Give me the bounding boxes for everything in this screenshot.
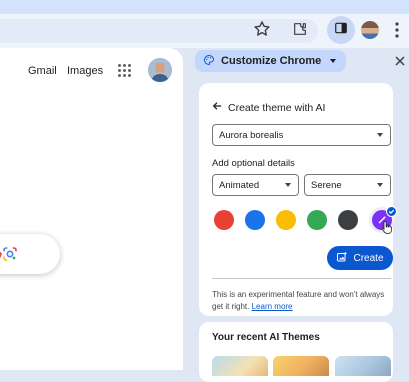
create-theme-header[interactable]: Create theme with AI xyxy=(212,101,325,114)
customize-chrome-label: Customize Chrome xyxy=(221,55,322,67)
recent-themes-title: Your recent AI Themes xyxy=(212,332,320,343)
create-label: Create xyxy=(353,252,384,264)
close-icon[interactable] xyxy=(395,54,405,69)
mood-select[interactable]: Serene xyxy=(304,174,391,196)
google-lens-icon[interactable] xyxy=(2,246,18,262)
color-swatch[interactable] xyxy=(214,210,234,230)
subject-value: Aurora borealis xyxy=(219,129,284,141)
puzzle-icon[interactable] xyxy=(291,20,309,38)
three-dots-vertical-icon[interactable] xyxy=(394,22,400,38)
recent-themes-card: Your recent AI Themes xyxy=(199,322,393,382)
google-homepage: Gmail Images xyxy=(0,48,183,370)
color-picker xyxy=(214,206,397,234)
customize-chrome-panel: Create theme with AI Aurora borealis Add… xyxy=(192,75,409,382)
side-panel-icon xyxy=(334,21,348,40)
side-panel-header: Customize Chrome xyxy=(192,49,409,75)
back-arrow-icon[interactable] xyxy=(212,101,222,114)
color-swatch-selected[interactable] xyxy=(369,206,397,234)
caret-down-icon xyxy=(285,183,291,187)
optional-details-label: Add optional details xyxy=(212,158,295,169)
customize-chrome-dropdown[interactable]: Customize Chrome xyxy=(195,50,347,72)
color-swatch[interactable] xyxy=(307,210,327,230)
color-swatch[interactable] xyxy=(245,210,265,230)
create-theme-title: Create theme with AI xyxy=(228,101,326,114)
disclaimer-text: This is an experimental feature and won'… xyxy=(212,290,385,311)
account-avatar[interactable] xyxy=(148,58,172,82)
star-outline-icon[interactable] xyxy=(252,19,272,39)
mood-value: Serene xyxy=(311,179,342,191)
title-bar xyxy=(0,0,409,14)
learn-more-link[interactable]: Learn more xyxy=(252,302,293,311)
side-panel-button[interactable] xyxy=(327,16,355,44)
profile-avatar[interactable] xyxy=(361,21,379,39)
subject-select[interactable]: Aurora borealis xyxy=(212,124,391,146)
color-swatch[interactable] xyxy=(338,210,358,230)
create-theme-card: Create theme with AI Aurora borealis Add… xyxy=(199,83,397,316)
caret-down-icon xyxy=(377,133,383,137)
recent-theme-thumbnail[interactable] xyxy=(212,356,268,376)
grid-dots-icon[interactable] xyxy=(118,64,131,77)
search-box[interactable] xyxy=(0,234,60,274)
color-swatch[interactable] xyxy=(276,210,296,230)
browser-toolbar xyxy=(0,14,409,48)
create-button[interactable]: Create xyxy=(327,246,393,270)
images-link[interactable]: Images xyxy=(67,65,103,77)
recent-theme-thumbnail[interactable] xyxy=(335,356,391,376)
recent-theme-thumbnail[interactable] xyxy=(273,356,329,376)
palette-icon xyxy=(203,54,215,69)
style-select[interactable]: Animated xyxy=(212,174,299,196)
sparkle-image-icon xyxy=(336,251,348,266)
hand-cursor-icon xyxy=(381,221,392,234)
caret-down-icon xyxy=(330,59,337,63)
gmail-link[interactable]: Gmail xyxy=(28,65,57,77)
style-value: Animated xyxy=(219,179,260,191)
divider xyxy=(212,278,391,279)
caret-down-icon xyxy=(377,183,383,187)
experimental-note: This is an experimental feature and won'… xyxy=(212,289,394,313)
check-badge-icon xyxy=(386,206,397,217)
